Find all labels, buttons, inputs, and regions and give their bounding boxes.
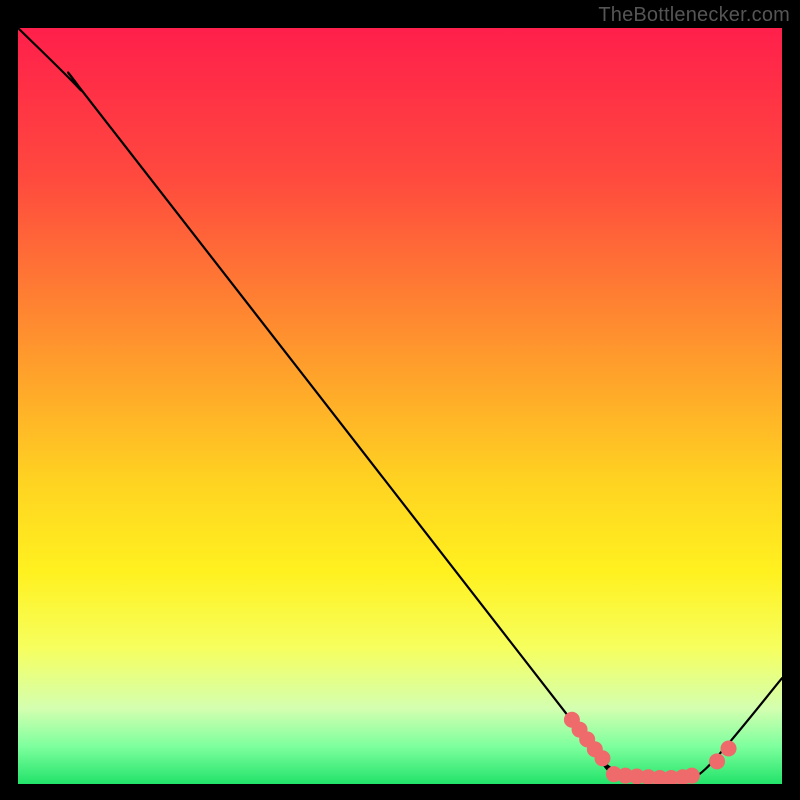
chart-frame: TheBottlenecker.com — [0, 0, 800, 800]
data-point-marker — [721, 740, 737, 756]
data-point-marker — [684, 768, 700, 784]
watermark-text: TheBottlenecker.com — [598, 4, 790, 27]
chart-background — [18, 28, 782, 784]
bottleneck-chart — [18, 28, 782, 784]
data-point-marker — [594, 750, 610, 766]
data-point-marker — [709, 753, 725, 769]
chart-svg — [18, 28, 782, 784]
